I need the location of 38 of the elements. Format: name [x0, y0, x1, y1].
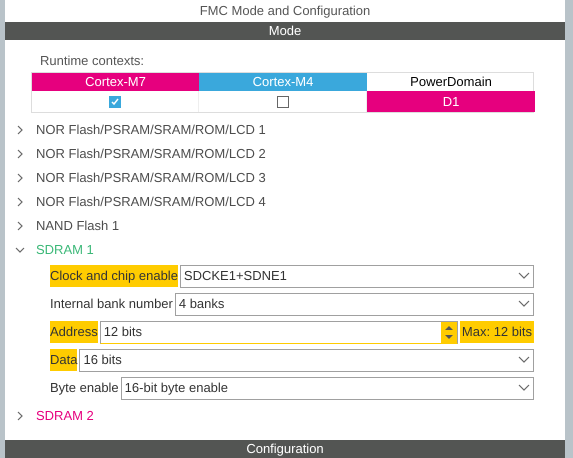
runtime-label: Runtime contexts: — [40, 53, 146, 69]
chevron-down-icon — [518, 300, 530, 308]
chevron-right-icon[interactable] — [15, 149, 25, 159]
field-label: Address — [50, 321, 98, 343]
context-header: Cortex-M4 — [199, 73, 367, 91]
dropdown-field[interactable]: SDCKE1+SDNE1 — [180, 264, 534, 288]
chevron-right-icon[interactable] — [15, 221, 25, 231]
tree-item[interactable]: NAND Flash 1 — [36, 216, 120, 236]
tree-item[interactable]: SDRAM 2 — [36, 406, 94, 426]
chevron-right-icon[interactable] — [15, 125, 25, 135]
tree-item[interactable]: NOR Flash/PSRAM/SRAM/ROM/LCD 2 — [36, 144, 266, 164]
mode-bar: Mode — [5, 22, 565, 40]
window-title: FMC Mode and Configuration — [198, 2, 372, 20]
tree-item[interactable]: NOR Flash/PSRAM/SRAM/ROM/LCD 3 — [36, 168, 266, 188]
max-note: Max: 12 bits — [460, 321, 534, 343]
spinner-icon[interactable] — [440, 322, 457, 342]
dropdown-field[interactable]: 16-bit byte enable — [120, 376, 534, 400]
chevron-down-icon — [518, 272, 530, 280]
checkbox[interactable] — [276, 96, 288, 108]
dropdown-field[interactable]: 16 bits — [79, 348, 534, 372]
chevron-right-icon[interactable] — [15, 173, 25, 183]
chevron-down-icon[interactable] — [15, 245, 25, 255]
chevron-down-icon — [518, 356, 530, 364]
dropdown-field[interactable]: 4 banks — [174, 292, 534, 316]
tree-item[interactable]: NOR Flash/PSRAM/SRAM/ROM/LCD 1 — [36, 120, 266, 140]
number-field[interactable]: 12 bits — [100, 320, 458, 344]
field-label: Internal bank number — [50, 295, 173, 313]
chevron-right-icon[interactable] — [15, 197, 25, 207]
checkbox[interactable] — [109, 96, 121, 108]
power-domain-value: D1 — [367, 91, 535, 112]
context-header: Cortex-M7 — [32, 73, 199, 91]
field-label: Byte enable — [50, 379, 119, 397]
tree-item[interactable]: NOR Flash/PSRAM/SRAM/ROM/LCD 4 — [36, 192, 266, 212]
chevron-right-icon[interactable] — [15, 411, 25, 421]
context-header: PowerDomain — [409, 73, 493, 91]
chevron-down-icon — [518, 384, 530, 392]
field-label: Clock and chip enable — [50, 265, 178, 287]
configuration-bar: Configuration — [5, 440, 565, 458]
